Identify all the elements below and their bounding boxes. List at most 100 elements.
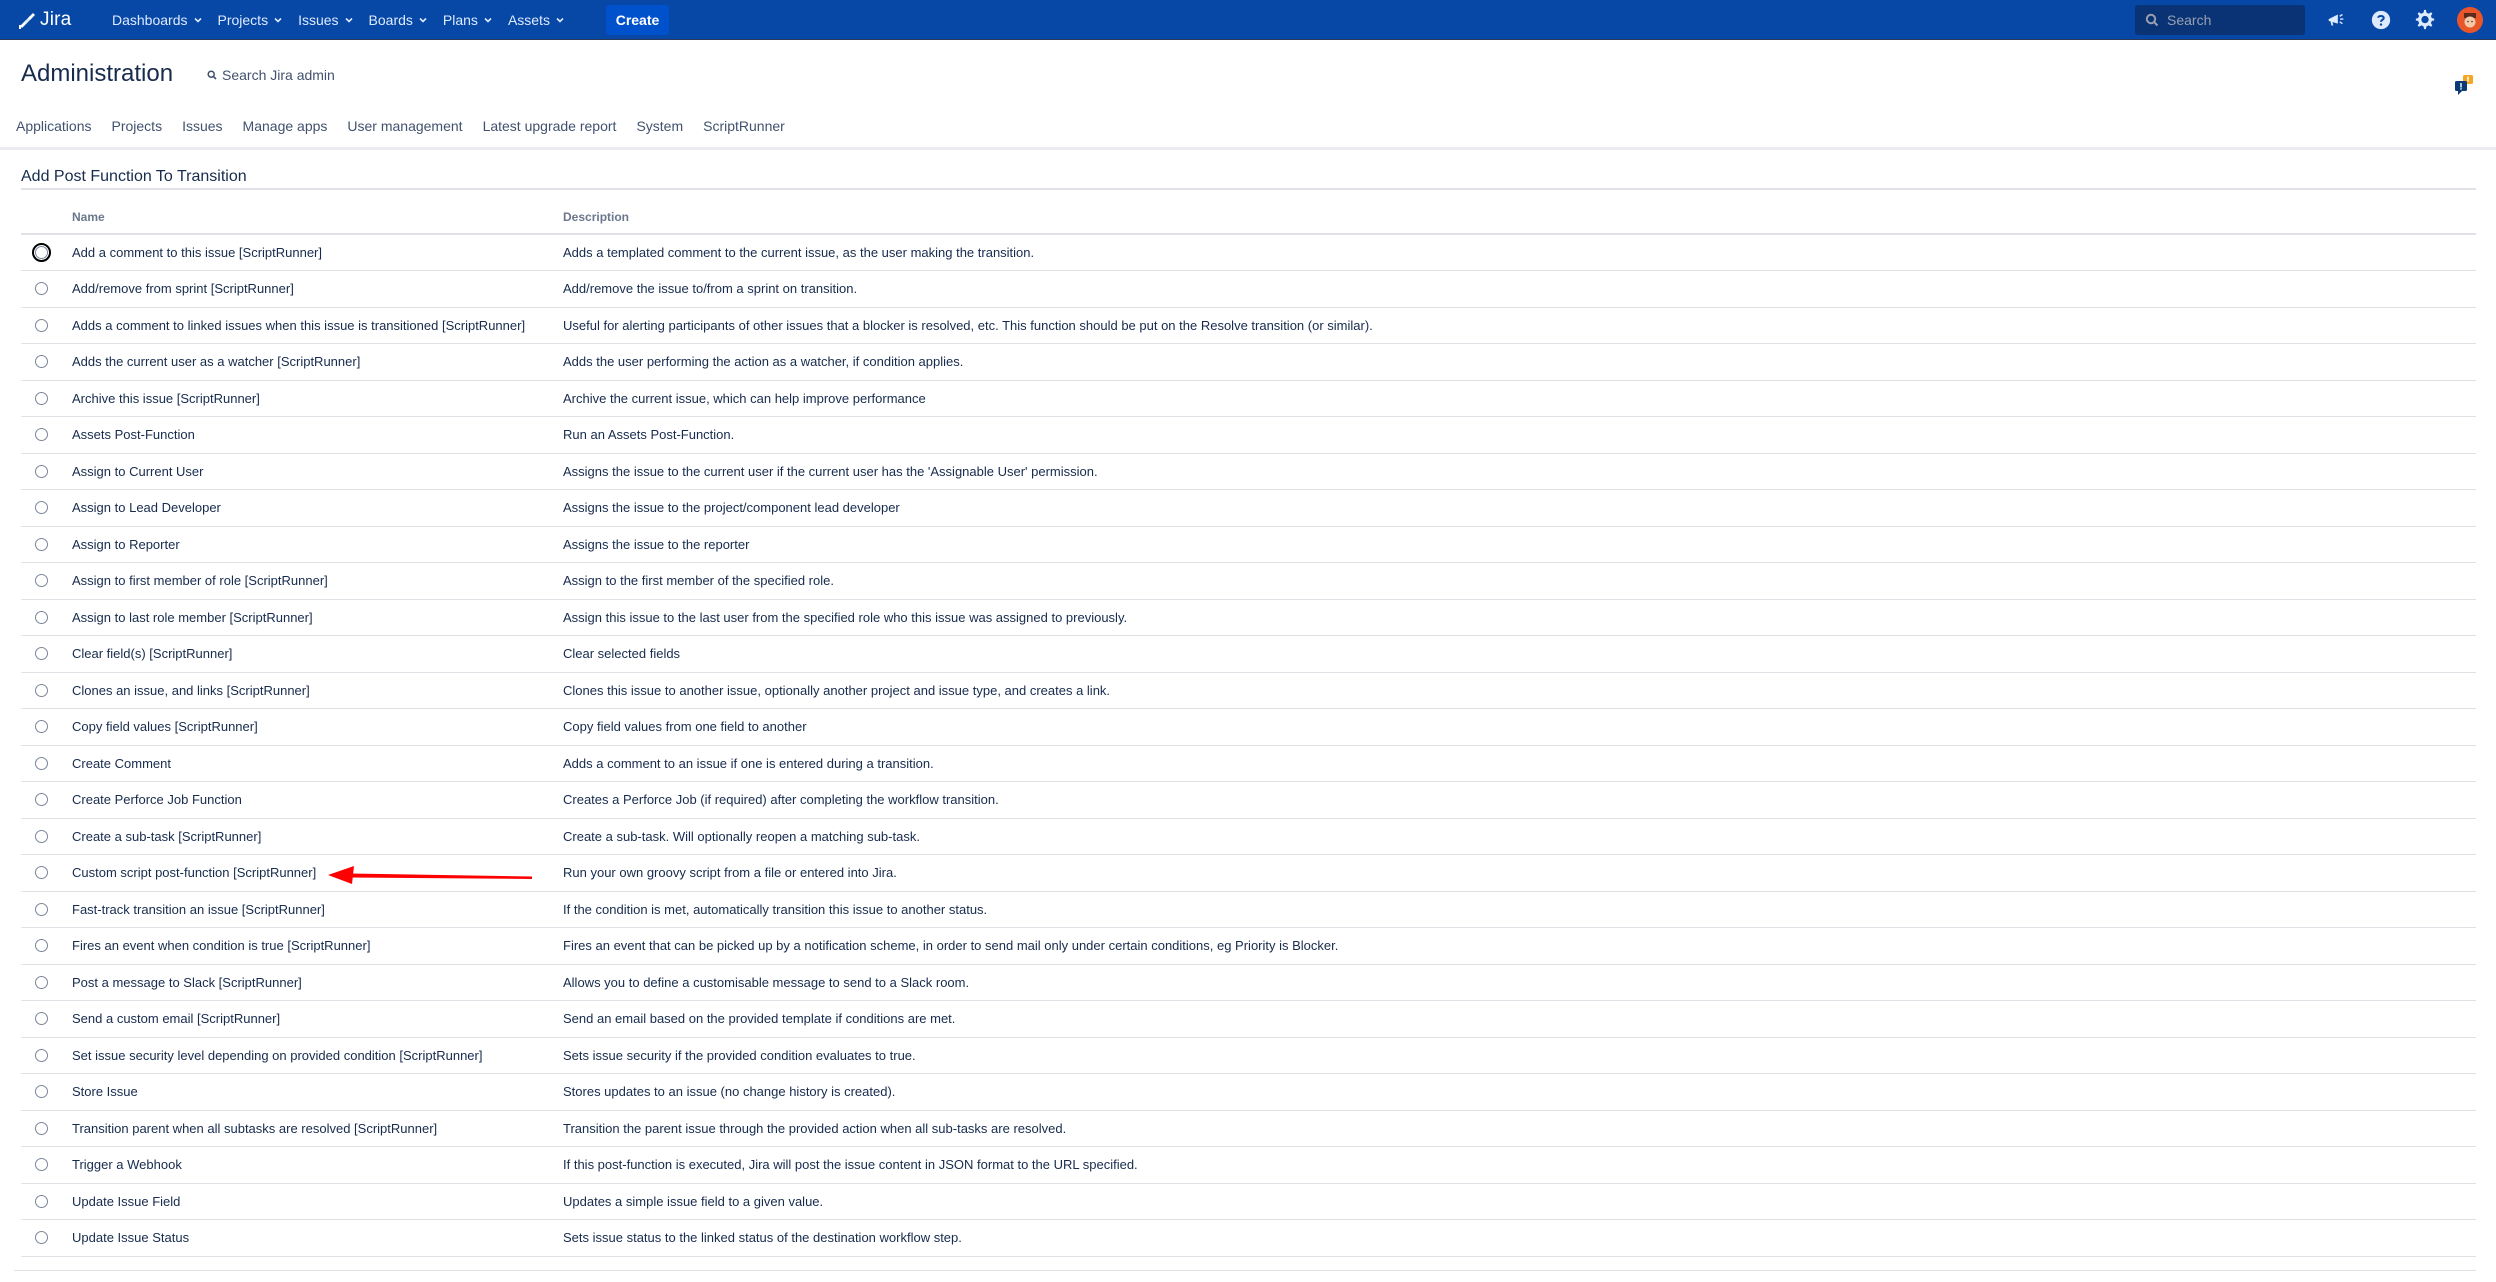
nav-boards[interactable]: Boards — [361, 4, 435, 36]
tab-scriptrunner[interactable]: ScriptRunner — [703, 118, 785, 134]
table-row[interactable]: Assign to Lead Developer Assigns the issu… — [21, 489, 2476, 527]
search-jira-admin-link[interactable]: Search Jira admin — [207, 67, 335, 83]
post-function-name[interactable]: Add/remove from sprint [ScriptRunner] — [72, 270, 563, 308]
post-function-name[interactable]: Set issue security level depending on pr… — [72, 1037, 563, 1074]
table-row[interactable]: Assign to last role member [ScriptRunner… — [21, 599, 2476, 636]
tab-projects[interactable]: Projects — [112, 118, 163, 134]
post-function-radio[interactable] — [35, 829, 48, 843]
post-function-radio[interactable] — [35, 1158, 48, 1172]
table-row[interactable]: Create Perforce Job Function Creates a Pe… — [21, 781, 2476, 819]
tab-latest-upgrade-report[interactable]: Latest upgrade report — [483, 118, 617, 134]
tab-user-management[interactable]: User management — [347, 118, 462, 134]
post-function-name[interactable]: Clear field(s) [ScriptRunner] — [72, 635, 563, 673]
post-function-name[interactable]: Update Issue Status — [72, 1219, 563, 1257]
table-row[interactable]: Copy field values [ScriptRunner] Copy fie… — [21, 708, 2476, 746]
post-function-name[interactable]: Create Comment — [72, 745, 563, 782]
table-row[interactable]: Create a sub-task [ScriptRunner] Create a… — [21, 818, 2476, 855]
table-row[interactable]: Add/remove from sprint [ScriptRunner] Add… — [21, 270, 2476, 308]
tab-manage-apps[interactable]: Manage apps — [243, 118, 328, 134]
nav-projects[interactable]: Projects — [210, 4, 291, 36]
post-function-radio[interactable] — [35, 793, 48, 807]
post-function-name[interactable]: Copy field values [ScriptRunner] — [72, 708, 563, 746]
table-row[interactable]: Set issue security level depending on pr… — [21, 1037, 2476, 1074]
post-function-radio[interactable] — [35, 428, 48, 442]
post-function-name[interactable]: Transition parent when all subtasks are … — [72, 1110, 563, 1147]
post-function-name[interactable]: Assets Post-Function — [72, 416, 563, 454]
table-row[interactable]: Fires an event when condition is true [S… — [21, 927, 2476, 965]
nav-dashboards[interactable]: Dashboards — [104, 4, 210, 36]
tab-issues[interactable]: Issues — [182, 118, 222, 134]
table-row[interactable]: Post a message to Slack [ScriptRunner] Al… — [21, 964, 2476, 1001]
nav-issues[interactable]: Issues — [290, 4, 360, 36]
table-row[interactable]: Trigger a Webhook If this post-function i… — [21, 1146, 2476, 1184]
post-function-radio[interactable] — [35, 902, 48, 916]
post-function-name[interactable]: Create a sub-task [ScriptRunner] — [72, 818, 563, 855]
post-function-radio[interactable] — [35, 720, 48, 734]
post-function-radio[interactable] — [35, 355, 48, 369]
post-function-radio[interactable] — [32, 243, 51, 262]
jira-logo[interactable]: Jira — [16, 7, 71, 33]
post-function-name[interactable]: Assign to last role member [ScriptRunner… — [72, 599, 563, 636]
table-row[interactable]: Clones an issue, and links [ScriptRunner… — [21, 672, 2476, 709]
post-function-name[interactable]: Create Perforce Job Function — [72, 781, 563, 819]
table-row[interactable]: Assets Post-Function Run an Assets Post-F… — [21, 416, 2476, 454]
table-row[interactable]: Assign to first member of role [ScriptRu… — [21, 562, 2476, 600]
nav-assets[interactable]: Assets — [500, 4, 572, 36]
post-function-name[interactable]: Assign to Reporter — [72, 526, 563, 563]
post-function-radio[interactable] — [35, 939, 48, 953]
post-function-radio[interactable] — [35, 866, 48, 880]
post-function-name[interactable]: Update Issue Field — [72, 1183, 563, 1220]
post-function-radio[interactable] — [35, 537, 48, 551]
post-function-name[interactable]: Clones an issue, and links [ScriptRunner… — [72, 672, 563, 709]
table-row[interactable]: Store Issue Stores updates to an issue (n… — [21, 1073, 2476, 1111]
table-row[interactable]: Fast-track transition an issue [ScriptRu… — [21, 891, 2476, 928]
post-function-radio[interactable] — [35, 574, 48, 588]
post-function-radio[interactable] — [35, 1085, 48, 1099]
table-row[interactable]: Assign to Reporter Assigns the issue to t… — [21, 526, 2476, 563]
table-row[interactable]: Update Issue Field Updates a simple issue… — [21, 1183, 2476, 1220]
post-function-radio[interactable] — [35, 975, 48, 989]
table-row[interactable]: Assign to Current User Assigns the issue … — [21, 453, 2476, 490]
post-function-name[interactable]: Trigger a Webhook — [72, 1146, 563, 1184]
post-function-radio[interactable] — [35, 501, 48, 515]
table-row[interactable]: Clear field(s) [ScriptRunner] Clear selec… — [21, 635, 2476, 673]
post-function-name[interactable]: Assign to first member of role [ScriptRu… — [72, 562, 563, 600]
table-row[interactable]: Create Comment Adds a comment to an issue… — [21, 745, 2476, 782]
post-function-name[interactable]: Post a message to Slack [ScriptRunner] — [72, 964, 563, 1001]
post-function-radio[interactable] — [35, 1231, 48, 1245]
post-function-radio[interactable] — [35, 391, 48, 405]
post-function-name[interactable]: Fires an event when condition is true [S… — [72, 927, 563, 965]
table-row[interactable]: Adds the current user as a watcher [Scri… — [21, 343, 2476, 381]
post-function-name[interactable]: Adds a comment to linked issues when thi… — [72, 307, 563, 344]
post-function-radio[interactable] — [35, 683, 48, 697]
post-function-name[interactable]: Archive this issue [ScriptRunner] — [72, 380, 563, 417]
post-function-name[interactable]: Assign to Lead Developer — [72, 489, 563, 527]
table-row[interactable]: Adds a comment to linked issues when thi… — [21, 307, 2476, 344]
global-search[interactable] — [2135, 5, 2305, 35]
post-function-name[interactable]: Adds the current user as a watcher [Scri… — [72, 343, 563, 381]
notifications-button[interactable] — [2324, 8, 2348, 32]
post-function-radio[interactable] — [35, 282, 48, 296]
table-row[interactable]: Add a comment to this issue [ScriptRunne… — [21, 234, 2476, 271]
post-function-radio[interactable] — [35, 647, 48, 661]
tab-applications[interactable]: Applications — [16, 118, 92, 134]
post-function-radio[interactable] — [35, 1121, 48, 1135]
tab-system[interactable]: System — [636, 118, 683, 134]
global-search-input[interactable] — [2167, 12, 2297, 28]
post-function-radio[interactable] — [35, 756, 48, 770]
help-button[interactable] — [2369, 8, 2393, 32]
post-function-name[interactable]: Store Issue — [72, 1073, 563, 1111]
post-function-radio[interactable] — [35, 1194, 48, 1208]
table-row[interactable]: Archive this issue [ScriptRunner] Archive… — [21, 380, 2476, 417]
post-function-radio[interactable] — [35, 610, 48, 624]
post-function-name[interactable]: Fast-track transition an issue [ScriptRu… — [72, 891, 563, 928]
settings-button[interactable] — [2413, 8, 2437, 32]
post-function-name[interactable]: Assign to Current User — [72, 453, 563, 490]
post-function-name[interactable]: Add a comment to this issue [ScriptRunne… — [72, 234, 563, 271]
post-function-radio[interactable] — [35, 318, 48, 332]
nav-plans[interactable]: Plans — [435, 4, 500, 36]
post-function-radio[interactable] — [35, 464, 48, 478]
table-row[interactable]: Transition parent when all subtasks are … — [21, 1110, 2476, 1147]
create-button[interactable]: Create — [606, 5, 669, 35]
post-function-name[interactable]: Send a custom email [ScriptRunner] — [72, 1000, 563, 1038]
